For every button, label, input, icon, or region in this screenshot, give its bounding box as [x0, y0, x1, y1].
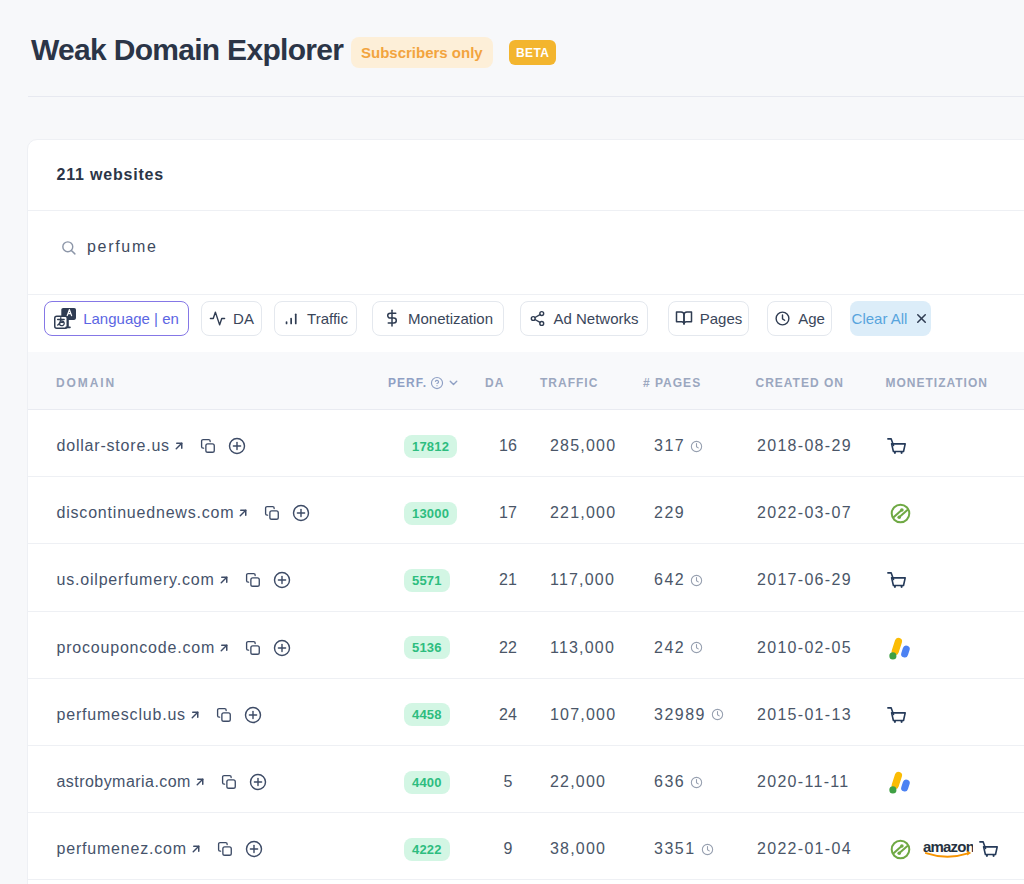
svg-text:amazon: amazon: [923, 840, 973, 855]
